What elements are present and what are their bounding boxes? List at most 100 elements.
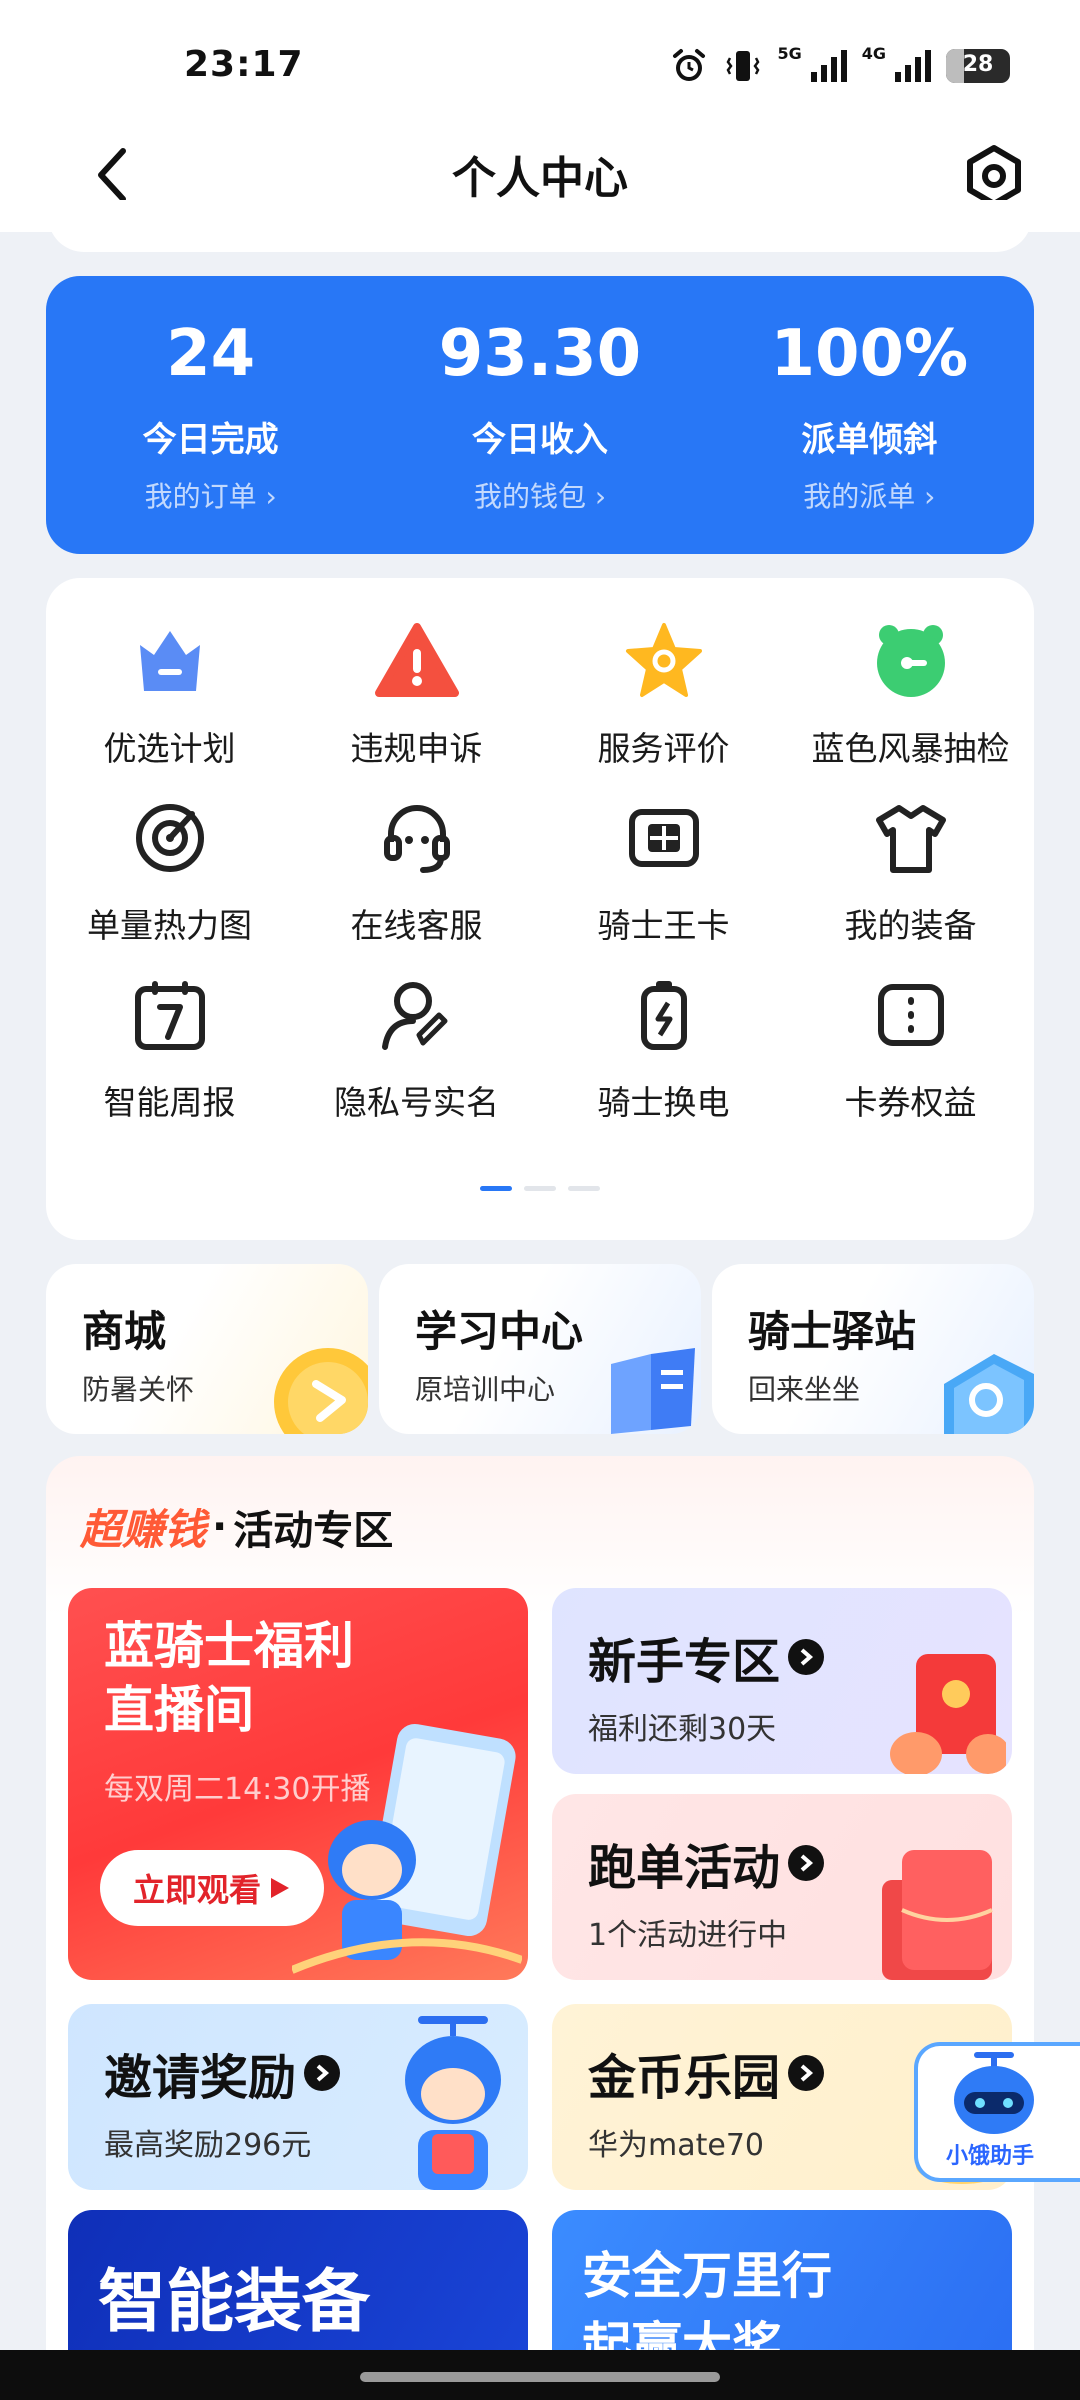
status-time: 23:17: [184, 44, 304, 85]
tool-order-heatmap[interactable]: 单量热力图: [46, 795, 293, 972]
watch-now-label: 立即观看: [132, 1871, 261, 1909]
tool-label: 在线客服: [350, 906, 483, 945]
invite-sub: 最高奖励296元: [104, 2128, 312, 2163]
quick-sub: 回来坐坐: [748, 1373, 861, 1406]
tool-label: 骑士王卡: [597, 906, 730, 945]
activity-header: 超赚钱 · 活动专区: [80, 1496, 393, 1557]
page-title: 个人中心: [452, 153, 628, 204]
quick-title: 学习中心: [415, 1307, 584, 1356]
invite-title-text: 邀请奖励: [104, 2050, 297, 2106]
stat-value: 100%: [770, 317, 969, 391]
book-icon: [611, 1348, 695, 1434]
quick-title: 商城: [82, 1307, 167, 1356]
my-wallet-link[interactable]: 我的钱包 ›: [375, 475, 704, 515]
tool-privacy-number[interactable]: 隐私号实名: [293, 972, 540, 1149]
tool-weekly-report[interactable]: 智能周报: [46, 972, 293, 1149]
alarm-clock-icon: [868, 618, 954, 704]
red-packet-icon: [890, 1654, 1006, 1774]
activity-title: 活动专区: [233, 1507, 394, 1554]
quick-title: 骑士驿站: [748, 1307, 917, 1356]
activity-brand: 超赚钱: [80, 1505, 207, 1554]
tool-grid: 优选计划 违规申诉 服务评价 蓝色风暴抽检 单量热力图 在线客服 骑士王卡 我的…: [46, 618, 1034, 1149]
run-title: 跑单活动: [588, 1828, 825, 1898]
newbie-title-text: 新手专区: [588, 1634, 781, 1690]
mall-card[interactable]: 商城 防暑关怀: [46, 1264, 368, 1434]
status-icons: 5G 4G 28: [669, 44, 1010, 88]
tool-violation-appeal[interactable]: 违规申诉: [293, 618, 540, 795]
play-icon: [271, 1878, 289, 1898]
battery-icon: 28: [946, 49, 1010, 83]
quick-sub: 原培训中心: [415, 1373, 556, 1406]
run-title-text: 跑单活动: [588, 1840, 781, 1896]
chevron-right-icon: [788, 1845, 825, 1881]
tool-label: 优选计划: [103, 729, 236, 768]
tool-blue-storm-check[interactable]: 蓝色风暴抽检: [787, 618, 1034, 795]
tool-rider-card[interactable]: 骑士王卡: [540, 795, 787, 972]
tools-card: 优选计划 违规申诉 服务评价 蓝色风暴抽检 单量热力图 在线客服 骑士王卡 我的…: [46, 578, 1034, 1240]
warning-icon: [374, 618, 460, 704]
safety-title-line1: 安全万里行: [582, 2247, 832, 2305]
tool-label: 服务评价: [597, 729, 730, 768]
assistant-button[interactable]: 小饿助手: [914, 2042, 1080, 2182]
gold-coin-icon: [274, 1348, 368, 1434]
tool-service-rating[interactable]: 服务评价: [540, 618, 787, 795]
stat-label: 派单倾斜: [801, 420, 938, 460]
activity-zone: 超赚钱 · 活动专区 蓝骑士福利 直播间 每双周二14:30开播 立即观看 新手…: [46, 1456, 1034, 2400]
envelope-icon: [882, 1850, 993, 1980]
equip-title: 智能装备: [98, 2263, 371, 2342]
run-activity-tile[interactable]: 跑单活动 1个活动进行中: [552, 1794, 1012, 1980]
headset-icon: [374, 795, 460, 881]
assistant-mascot-icon: [954, 2052, 1034, 2134]
tool-online-support[interactable]: 在线客服: [293, 795, 540, 972]
star-icon: [621, 618, 707, 704]
tool-label: 隐私号实名: [334, 1083, 499, 1122]
user-id-icon: [374, 972, 460, 1058]
quick-row: 商城 防暑关怀 学习中心 原培训中心 骑士驿站 回来坐坐: [46, 1264, 1034, 1434]
my-dispatch-link[interactable]: 我的派单 ›: [705, 475, 1034, 515]
tool-my-equipment[interactable]: 我的装备: [787, 795, 1034, 972]
coins-sub: 华为mate70: [588, 2128, 765, 2163]
my-orders-link[interactable]: 我的订单 ›: [46, 475, 375, 515]
coins-title-text: 金币乐园: [588, 2050, 781, 2106]
tool-label: 单量热力图: [87, 906, 252, 945]
tool-preferred-plan[interactable]: 优选计划: [46, 618, 293, 795]
coins-title: 金币乐园: [588, 2038, 825, 2108]
tool-battery-swap[interactable]: 骑士换电: [540, 972, 787, 1149]
watch-now-button[interactable]: 立即观看: [100, 1850, 324, 1926]
battery-swap-icon: [621, 972, 707, 1058]
stat-income[interactable]: 93.30 今日收入 我的钱包 ›: [375, 276, 704, 554]
activity-separator: ·: [212, 1503, 228, 1550]
learning-center-card[interactable]: 学习中心 原培训中心: [379, 1264, 701, 1434]
stat-value: 24: [166, 317, 256, 391]
chevron-right-icon: [304, 2055, 341, 2091]
alarm-icon: [673, 49, 706, 81]
vibrate-icon: [727, 51, 760, 81]
pager-dots: [46, 1186, 1034, 1191]
home-indicator[interactable]: [360, 2372, 720, 2382]
stat-dispatch[interactable]: 100% 派单倾斜 我的派单 ›: [705, 276, 1034, 554]
chevron-right-icon: [788, 1639, 825, 1675]
pager-dot: [524, 1186, 556, 1191]
newbie-zone-tile[interactable]: 新手专区 福利还剩30天: [552, 1588, 1012, 1774]
live-stream-tile[interactable]: 蓝骑士福利 直播间 每双周二14:30开播 立即观看: [68, 1588, 528, 1980]
rider-mascot-icon: [405, 2016, 501, 2190]
live-title-line1: 蓝骑士福利: [104, 1617, 354, 1675]
pager-dot: [568, 1186, 600, 1191]
quick-sub: 防暑关怀: [82, 1373, 195, 1406]
rider-station-card[interactable]: 骑士驿站 回来坐坐: [712, 1264, 1034, 1434]
signal-4g-icon: [895, 50, 931, 82]
sim-card-icon: [621, 795, 707, 881]
battery-level: 28: [962, 52, 994, 77]
invite-reward-tile[interactable]: 邀请奖励 最高奖励296元: [68, 2004, 528, 2190]
run-sub: 1个活动进行中: [588, 1918, 788, 1953]
tool-label: 智能周报: [103, 1083, 236, 1122]
calendar-icon: [127, 972, 213, 1058]
pager-dot-active: [480, 1186, 512, 1191]
signal-5g-icon: [810, 50, 847, 82]
tool-label: 卡券权益: [844, 1083, 977, 1122]
tool-coupon-benefits[interactable]: 卡券权益: [787, 972, 1034, 1149]
coupon-icon: [868, 972, 954, 1058]
network-4g-label: 4G: [861, 44, 886, 63]
live-rider-illustration: [292, 1723, 522, 1974]
stat-orders[interactable]: 24 今日完成 我的订单 ›: [46, 276, 375, 554]
